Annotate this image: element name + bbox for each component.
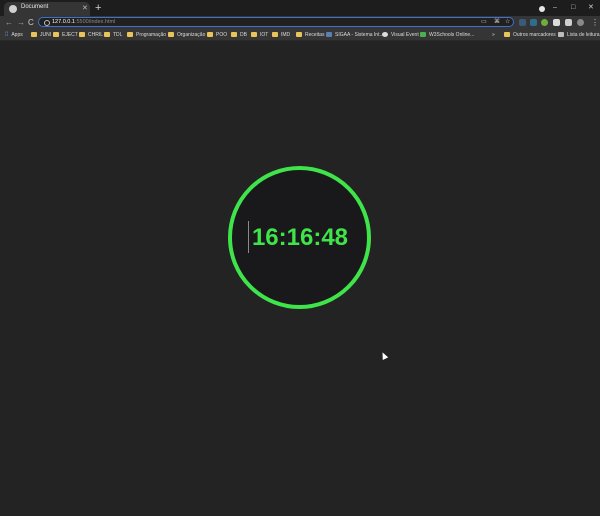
tab-document[interactable]: Document ✕ [4, 2, 90, 16]
folder-icon [272, 32, 278, 37]
bookmark-poo[interactable]: POO [207, 30, 227, 39]
bookmark-chril[interactable]: CHRIL [79, 30, 103, 39]
folder-icon [104, 32, 110, 37]
url-text[interactable]: 127.0.0.1:5500/index.html [52, 18, 115, 27]
folder-icon [251, 32, 257, 37]
reading-list-icon [558, 32, 564, 37]
reload-button[interactable]: C [28, 17, 34, 28]
folder-icon [504, 32, 510, 37]
qr-code-icon[interactable]: ⌘ [494, 18, 500, 27]
w3schools-icon [420, 32, 426, 37]
close-tab-icon[interactable]: ✕ [82, 3, 88, 15]
folder-icon [296, 32, 302, 37]
bookmark-organizacao[interactable]: Organização [168, 30, 205, 39]
bookmark-programacao[interactable]: Programação [127, 30, 166, 39]
bookmarks-bar: ⁞⁞ Apps JUNI EJECT CHRIL TDL Programação… [0, 29, 600, 41]
site-info-icon[interactable] [44, 20, 50, 26]
bookmark-receitas[interactable]: Receitas [296, 30, 324, 39]
minimize-button[interactable]: – [553, 2, 557, 14]
folder-icon [79, 32, 85, 37]
extension-cloud-icon[interactable] [553, 19, 560, 26]
globe-icon [9, 5, 17, 13]
menu-kebab-icon[interactable]: ⋮ [591, 17, 599, 28]
bookmark-apps[interactable]: ⁞⁞ Apps [5, 30, 23, 39]
avatar[interactable] [577, 19, 584, 26]
bookmark-juni[interactable]: JUNI [31, 30, 51, 39]
bookmark-db[interactable]: DB [231, 30, 247, 39]
extension-square-icon[interactable] [530, 19, 537, 26]
bookmark-iot[interactable]: IOT [251, 30, 268, 39]
new-tab-button[interactable]: + [95, 2, 101, 14]
maximize-button[interactable]: □ [571, 2, 575, 14]
sigaa-icon [326, 32, 332, 37]
close-window-button[interactable]: ✕ [588, 2, 594, 14]
tab-strip: Document ✕ + – □ ✕ [0, 0, 600, 16]
forward-button[interactable]: → [17, 17, 25, 28]
bookmarks-overflow-icon[interactable]: » [492, 30, 495, 39]
extension-green-icon[interactable] [541, 19, 548, 26]
bookmark-star-icon[interactable]: ☆ [505, 18, 510, 27]
extension-s-icon[interactable] [519, 19, 526, 26]
bookmark-reading-list[interactable]: Lista de leitura [558, 30, 600, 39]
bookmark-tdl[interactable]: TDL [104, 30, 122, 39]
folder-icon [207, 32, 213, 37]
folder-icon [31, 32, 37, 37]
folder-icon [127, 32, 133, 37]
folder-icon [53, 32, 59, 37]
bookmark-visual-event[interactable]: Visual Event [382, 30, 419, 39]
bookmark-sigaa[interactable]: SIGAA - Sistema Int... [326, 30, 384, 39]
extensions-puzzle-icon[interactable] [565, 19, 572, 26]
cast-icon[interactable]: ▭ [481, 18, 487, 27]
address-bar[interactable]: 127.0.0.1:5500/index.html ▭ ⌘ ☆ [38, 17, 514, 27]
folder-icon [168, 32, 174, 37]
apps-grid-icon: ⁞⁞ [5, 31, 9, 38]
browser-toolbar: ← → C 127.0.0.1:5500/index.html ▭ ⌘ ☆ ⋮ [0, 16, 600, 29]
url-path: :5500/index.html [74, 19, 116, 25]
bookmark-w3schools[interactable]: W3Schools Online... [420, 30, 474, 39]
bookmark-outros[interactable]: Outros marcadores [504, 30, 556, 39]
profile-icon[interactable] [539, 6, 545, 12]
bookmark-imd[interactable]: IMD [272, 30, 290, 39]
url-host: 127.0.0.1 [52, 19, 75, 25]
clock-time: 16:16:48 [251, 224, 349, 251]
folder-icon [231, 32, 237, 37]
globe-icon [382, 32, 388, 37]
back-button[interactable]: ← [5, 17, 13, 28]
tab-title: Document [21, 4, 49, 10]
bookmark-eject[interactable]: EJECT [53, 30, 78, 39]
